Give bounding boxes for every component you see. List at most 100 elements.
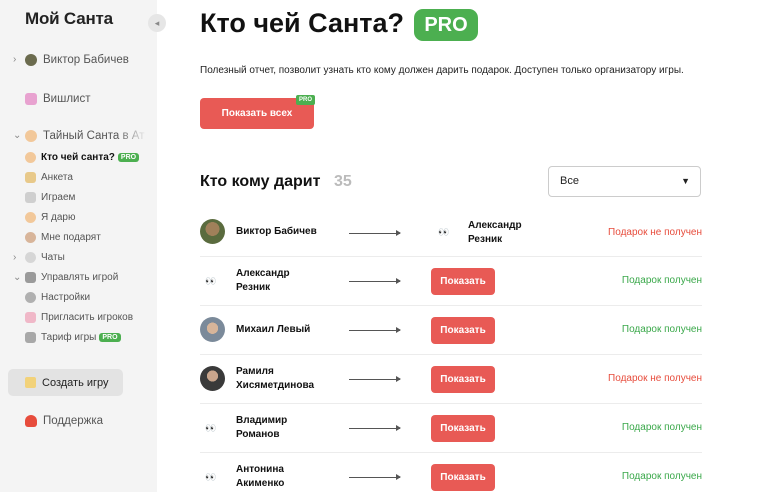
eyes-icon: 👀	[438, 227, 449, 237]
arrow-right-icon	[349, 425, 401, 431]
show-button[interactable]: Показать	[431, 268, 495, 295]
show-button[interactable]: Показать	[431, 317, 495, 344]
sidebar-item-label: Виктор Бабичев	[43, 54, 129, 66]
giver-name: Владимир Романов	[236, 415, 288, 440]
arrow-right-icon	[349, 474, 401, 480]
table-row: 👀 Антонина Акименко Показать Подарок пол…	[200, 453, 702, 492]
gear-icon	[25, 292, 36, 303]
sidebar: Мой Санта ◂ › Виктор Бабичев Вишлист ⌄ Т…	[0, 0, 166, 492]
truncate-fade	[117, 128, 155, 142]
cart-icon	[25, 332, 36, 343]
create-game-label: Создать игру	[42, 376, 109, 389]
sidebar-item-chats[interactable]: › Чаты	[13, 252, 65, 263]
chat-icon	[25, 252, 36, 263]
sidebar-item-label: Я дарю	[41, 212, 76, 223]
show-all-button[interactable]: Показать всех PRO	[200, 95, 315, 129]
avatar-icon	[25, 54, 37, 66]
heart-icon	[25, 415, 37, 427]
santa-face-icon	[25, 212, 36, 223]
section-count: 35	[334, 173, 352, 190]
status-badge: Подарок получен	[621, 275, 702, 286]
sidebar-item-label: Вишлист	[43, 93, 91, 105]
pro-badge: PRO	[295, 95, 315, 105]
sidebar-item-label: Анкета	[41, 172, 73, 183]
collapse-sidebar-icon[interactable]: ◂	[148, 14, 166, 32]
sidebar-item-label: Пригласить игроков	[41, 312, 134, 323]
sidebar-item-settings[interactable]: Настройки	[25, 292, 90, 303]
dice-icon	[25, 192, 36, 203]
table-row: Виктор Бабичев 👀 Александр Резник Подаро…	[200, 208, 702, 257]
arrow-right-icon	[349, 376, 401, 382]
sidebar-item-label: Настройки	[41, 292, 91, 303]
status-badge: Подарок получен	[621, 471, 702, 482]
chevron-down-icon: ⌄	[13, 272, 22, 283]
sidebar-item-label: Чаты	[41, 252, 65, 263]
receiver-name: Александр Резник	[468, 220, 522, 245]
sidebar-item-wishlist[interactable]: Вишлист	[25, 93, 90, 105]
sidebar-item-manage[interactable]: ⌄ Управлять игрой	[13, 272, 119, 283]
sidebar-item-label: Тариф игры	[41, 332, 97, 343]
envelope-icon	[25, 312, 36, 323]
sidebar-item-i-receive[interactable]: Мне подарят	[25, 232, 101, 243]
section-title: Кто кому дарит	[200, 173, 321, 190]
person-icon	[25, 232, 36, 243]
chevron-right-icon: ›	[13, 252, 17, 263]
sidebar-item-invite[interactable]: Пригласить игроков	[25, 312, 133, 323]
app-logo[interactable]: Мой Санта	[25, 9, 113, 29]
chevron-right-icon: ›	[13, 54, 17, 65]
create-game-button[interactable]: Создать игру	[8, 369, 123, 396]
pro-badge: PRO	[117, 153, 140, 162]
sidebar-item-label: Управлять игрой	[41, 272, 119, 283]
show-button[interactable]: Показать	[431, 464, 495, 491]
chevron-down-icon: ▼	[681, 176, 690, 186]
pro-badge: PRO	[414, 9, 478, 41]
form-icon	[25, 172, 36, 183]
eyes-icon: 👀	[205, 276, 216, 286]
page-title: Кто чей Санта?	[200, 8, 405, 38]
avatar	[200, 317, 225, 342]
eyes-icon: 👀	[205, 423, 216, 433]
sidebar-item-who-is-santa[interactable]: Кто чей санта? PRO	[25, 152, 140, 163]
show-button[interactable]: Показать	[431, 415, 495, 442]
sidebar-item-playing[interactable]: Играем	[25, 192, 75, 203]
table-row: 👀 Владимир Романов Показать Подарок полу…	[200, 404, 702, 453]
avatar	[200, 219, 225, 244]
table-row: 👀 Александр Резник Показать Подарок полу…	[200, 257, 702, 306]
santa-icon	[25, 130, 37, 142]
app: Мой Санта ◂ › Виктор Бабичев Вишлист ⌄ Т…	[0, 0, 760, 492]
table-row: Рамиля Хисяметдинова Показать Подарок не…	[200, 355, 702, 404]
giver-name: Александр Резник	[236, 268, 290, 293]
show-button[interactable]: Показать	[431, 366, 495, 393]
santa-face-icon	[25, 152, 36, 163]
sidebar-item-label: Играем	[41, 192, 76, 203]
status-badge: Подарок получен	[621, 324, 702, 335]
giver-name: Антонина Акименко	[236, 464, 285, 489]
arrow-right-icon	[349, 327, 401, 333]
table-row: Михаил Левый Показать Подарок получен	[200, 306, 702, 355]
gift-icon	[25, 93, 37, 105]
party-icon	[25, 377, 36, 388]
sidebar-item-profile[interactable]: › Виктор Бабичев	[13, 54, 129, 66]
show-all-label: Показать всех	[221, 108, 293, 119]
avatar	[200, 366, 225, 391]
giver-name: Михаил Левый	[236, 324, 311, 335]
sidebar-item-form[interactable]: Анкета	[25, 172, 73, 183]
sidebar-item-plan[interactable]: Тариф игры PRO	[25, 332, 121, 343]
sidebar-item-i-give[interactable]: Я дарю	[25, 212, 75, 223]
sidebar-item-support[interactable]: Поддержка	[25, 415, 103, 427]
status-badge: Подарок не получен	[608, 373, 702, 384]
status-badge: Подарок не получен	[608, 227, 702, 238]
sidebar-item-label: Кто чей санта?	[41, 152, 115, 163]
filter-value: Все	[560, 175, 579, 187]
sidebar-item-label: Мне подарят	[41, 232, 101, 243]
pro-badge: PRO	[99, 333, 121, 342]
arrow-right-icon	[349, 230, 401, 236]
arrow-right-icon	[349, 278, 401, 284]
giver-name: Рамиля Хисяметдинова	[236, 366, 315, 391]
giver-name: Виктор Бабичев	[236, 226, 317, 237]
chevron-down-icon: ⌄	[13, 130, 22, 141]
filter-select[interactable]: Все ▼	[548, 166, 701, 197]
sidebar-item-label: Поддержка	[43, 415, 103, 427]
status-badge: Подарок получен	[621, 422, 702, 433]
grid-icon	[25, 272, 36, 283]
